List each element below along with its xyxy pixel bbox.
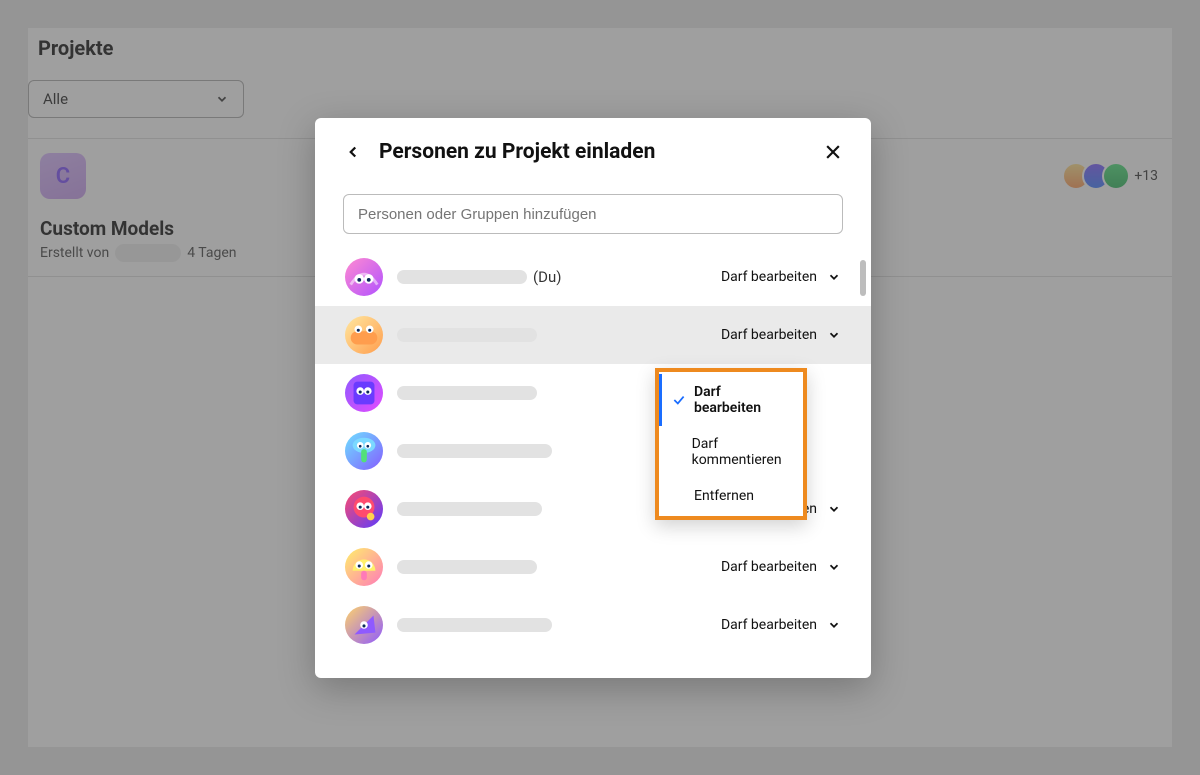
permission-select[interactable]: Darf bearbeiten [721,327,841,343]
avatar [345,548,383,586]
permission-select[interactable]: Darf bearbeiten [721,559,841,575]
you-suffix: (Du) [533,268,561,286]
chevron-down-icon [827,502,841,516]
chevron-down-icon [827,328,841,342]
redacted-name [397,560,537,574]
chevron-left-icon [344,143,362,161]
permission-select[interactable]: Darf bearbeiten [721,617,841,633]
member-row: Darf bearbeiten [315,306,871,364]
avatar [345,490,383,528]
avatar [345,432,383,470]
permission-dropdown: Darf bearbeiten Darf kommentieren Entfer… [655,368,807,520]
redacted-name [397,618,552,632]
redacted-name [397,386,537,400]
avatar [345,374,383,412]
close-button[interactable] [819,138,847,166]
chevron-down-icon [827,270,841,284]
close-icon [823,142,843,162]
avatar [345,316,383,354]
modal-title: Personen zu Projekt einladen [379,140,807,164]
search-input[interactable] [358,206,828,223]
permission-option-comment[interactable]: Darf kommentieren [659,426,803,478]
back-button[interactable] [339,138,367,166]
member-row: Darf bearbeiten [315,538,871,596]
redacted-name [397,270,527,284]
redacted-name [397,502,542,516]
avatar [345,258,383,296]
chevron-down-icon [827,618,841,632]
permission-option-edit[interactable]: Darf bearbeiten [659,374,803,426]
chevron-down-icon [827,560,841,574]
permission-select[interactable]: Darf bearbeiten [721,269,841,285]
member-row: Darf bearbeiten [315,596,871,654]
avatar [345,606,383,644]
search-input-wrapper[interactable] [343,194,843,234]
invite-modal: Personen zu Projekt einladen (Du) Darf b… [315,118,871,678]
permission-option-remove[interactable]: Entfernen [659,478,803,514]
member-row: (Du) Darf bearbeiten [315,248,871,306]
member-list: (Du) Darf bearbeiten Darf bearbeiten [315,248,871,678]
redacted-name [397,328,537,342]
redacted-name [397,444,552,458]
scrollbar-thumb[interactable] [860,260,866,296]
check-icon [672,393,686,407]
